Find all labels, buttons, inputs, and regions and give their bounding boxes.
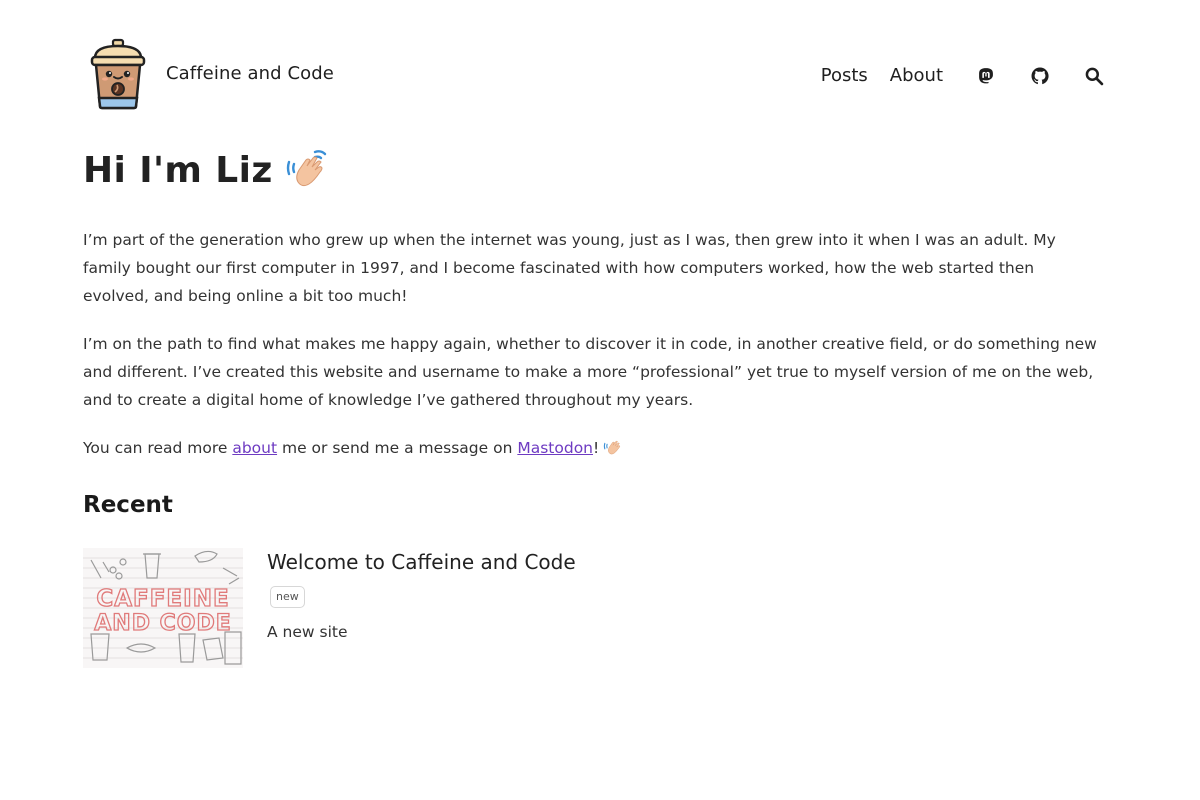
post-body: Welcome to Caffeine and Code new A new s… [267, 548, 576, 668]
search-button[interactable] [1083, 64, 1105, 88]
github-link[interactable] [1029, 64, 1051, 88]
intro-heading-row: Hi I'm Liz [83, 148, 329, 192]
mastodon-link[interactable] [975, 64, 997, 88]
waving-hand-icon [286, 150, 326, 187]
site-brand-link[interactable]: Caffeine and Code [83, 36, 334, 112]
post-thumbnail-image: CAFFEINE AND CODE [83, 548, 243, 668]
intro-p3-prefix: You can read more [83, 439, 233, 457]
site-header: Caffeine and Code Posts About [83, 36, 1105, 116]
about-link[interactable]: about [232, 439, 277, 457]
search-icon [1085, 67, 1104, 86]
page-title: Hi I'm Liz [83, 149, 273, 191]
intro-content: I’m part of the generation who grew up w… [83, 226, 1103, 482]
thumbnail-text-line2: AND CODE [94, 611, 232, 636]
nav-item-about[interactable]: About [890, 64, 943, 88]
waving-hand-small-icon [604, 440, 621, 455]
intro-paragraph-2: I’m on the path to find what makes me ha… [83, 335, 1097, 409]
intro-paragraph-1: I’m part of the generation who grew up w… [83, 231, 1056, 305]
mastodon-icon [979, 68, 993, 84]
github-icon [1031, 67, 1049, 85]
intro-p3-suffix: ! [593, 439, 600, 457]
post-thumbnail[interactable]: CAFFEINE AND CODE [83, 548, 243, 668]
nav-item-posts[interactable]: Posts [821, 64, 868, 88]
site-title: Caffeine and Code [166, 62, 334, 84]
recent-post-card: CAFFEINE AND CODE Welcome to Caffeine an… [83, 548, 576, 668]
mastodon-text-link[interactable]: Mastodon [517, 439, 593, 457]
post-tag[interactable]: new [270, 586, 305, 608]
intro-paragraph-3: You can read more about me or send me a … [83, 434, 1103, 462]
recent-heading: Recent [83, 492, 173, 518]
thumbnail-text-line1: CAFFEINE [96, 586, 229, 612]
page: Caffeine and Code Posts About Hi I'm Liz… [0, 0, 1200, 800]
post-title-link[interactable]: Welcome to Caffeine and Code [267, 550, 576, 574]
main-nav: Posts About [799, 64, 1105, 88]
post-description: A new site [267, 623, 348, 641]
intro-p3-middle: me or send me a message on [277, 439, 518, 457]
coffee-cup-logo-icon [90, 38, 146, 110]
